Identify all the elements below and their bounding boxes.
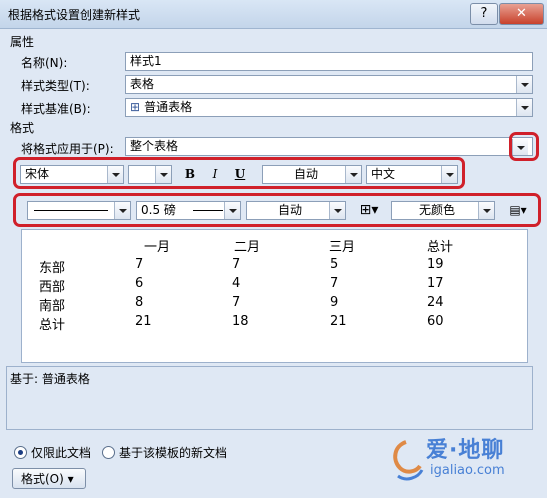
preview-cell: 60 <box>427 314 444 329</box>
preview-header-mar: 三月 <box>329 240 356 255</box>
preview-cell: 7 <box>330 276 339 291</box>
preview-header-total: 总计 <box>427 240 454 255</box>
preview-cell: 7 <box>232 257 241 272</box>
help-button[interactable]: ? <box>470 3 498 25</box>
highlight-border-toolbar <box>13 193 541 227</box>
radio-unselected-icon[interactable] <box>102 446 115 459</box>
radio-only-this-document-label: 仅限此文档 <box>31 446 92 460</box>
preview-cell: 9 <box>330 295 339 310</box>
preview-cell: 24 <box>427 295 444 310</box>
preview-cell: 6 <box>135 276 144 291</box>
table-preview: 一月 二月 三月 总计 东部 7 7 5 19 西部 6 4 7 17 南部 8… <box>21 229 528 363</box>
watermark-logo: 爱·地聊 igaliao.com <box>386 430 542 494</box>
preview-cell: 7 <box>135 257 144 272</box>
format-heading: 格式 <box>10 121 35 135</box>
radio-new-documents-label: 基于该模板的新文档 <box>119 446 228 460</box>
style-type-value: 表格 <box>130 77 155 91</box>
chevron-down-icon[interactable] <box>516 76 532 93</box>
radio-only-this-document[interactable]: 仅限此文档 <box>14 444 91 461</box>
preview-cell: 18 <box>232 314 249 329</box>
name-input[interactable]: 样式1 <box>125 52 533 71</box>
preview-header-jan: 一月 <box>144 240 171 255</box>
preview-cell: 5 <box>330 257 339 272</box>
name-label: 名称(N): <box>21 56 68 70</box>
preview-cell: 总计 <box>39 318 66 333</box>
apply-to-select[interactable]: 整个表格 <box>125 137 533 156</box>
watermark-brand: 爱·地聊 <box>426 438 505 463</box>
apply-to-label: 将格式应用于(P): <box>21 142 114 156</box>
style-based-label: 样式基准(B): <box>21 102 91 116</box>
title-bar: 根据格式设置创建新样式 ? ✕ <box>0 0 547 29</box>
table-icon: ⊞ <box>130 100 141 114</box>
style-type-label: 样式类型(T): <box>21 79 90 93</box>
preview-cell: 21 <box>330 314 347 329</box>
close-button[interactable]: ✕ <box>499 3 544 25</box>
properties-heading: 属性 <box>10 35 35 49</box>
highlight-font-toolbar <box>13 157 465 189</box>
format-button[interactable]: 格式(O) ▾ <box>12 468 86 489</box>
highlight-apply-dropdown <box>509 132 539 161</box>
preview-header-feb: 二月 <box>234 240 261 255</box>
radio-new-documents[interactable]: 基于该模板的新文档 <box>102 444 227 461</box>
watermark-url: igaliao.com <box>430 463 505 478</box>
preview-cell: 21 <box>135 314 152 329</box>
style-description: 基于: 普通表格 <box>6 366 533 430</box>
watermark-swirl-icon <box>393 440 424 481</box>
preview-cell: 19 <box>427 257 444 272</box>
radio-selected-icon[interactable] <box>14 446 27 459</box>
preview-cell: 南部 <box>39 299 66 314</box>
window-title: 根据格式设置创建新样式 <box>8 8 141 22</box>
preview-cell: 西部 <box>39 280 66 295</box>
style-based-value: 普通表格 <box>144 100 193 114</box>
preview-cell: 7 <box>232 295 241 310</box>
preview-cell: 8 <box>135 295 144 310</box>
chevron-down-icon[interactable] <box>516 99 532 116</box>
style-description-text: 基于: 普通表格 <box>10 372 90 386</box>
style-based-select[interactable]: ⊞ 普通表格 <box>125 98 533 117</box>
preview-cell: 东部 <box>39 261 66 276</box>
preview-cell: 4 <box>232 276 241 291</box>
preview-cell: 17 <box>427 276 444 291</box>
style-type-select[interactable]: 表格 <box>125 75 533 94</box>
apply-to-value: 整个表格 <box>130 139 179 153</box>
